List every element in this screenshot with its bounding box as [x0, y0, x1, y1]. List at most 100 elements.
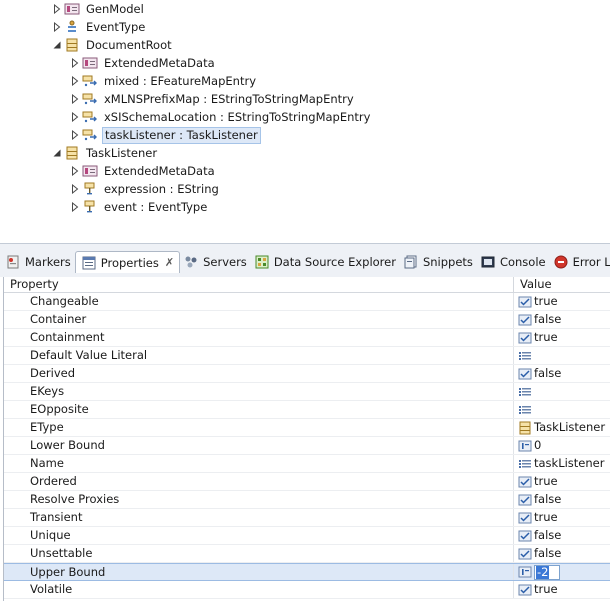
property-value-cell[interactable]: TaskListener	[514, 419, 610, 436]
view-tab-bar: Markers Properties ✗ Servers Data Source Exp…	[0, 243, 610, 277]
annotation-icon	[64, 1, 80, 17]
tree-node-expression[interactable]: expression : EString	[68, 180, 221, 198]
boolean-icon	[517, 295, 532, 309]
tree-node-label: GenModel	[86, 1, 144, 16]
error-log-icon	[553, 254, 569, 270]
property-row[interactable]: Unsettable false	[4, 545, 610, 563]
property-row[interactable]: EKeys	[4, 383, 610, 401]
collapse-arrow-icon[interactable]	[68, 164, 82, 178]
property-value-cell[interactable]: false	[514, 491, 610, 508]
property-name: EType	[4, 419, 514, 436]
tree-node-extendedmetadata[interactable]: ExtendedMetaData	[68, 54, 217, 72]
tree-node-label: expression : EString	[104, 181, 219, 196]
tab-label: Servers	[203, 255, 247, 269]
tree-node-extendedmetadata-2[interactable]: ExtendedMetaData	[68, 162, 217, 180]
collapse-arrow-icon[interactable]	[68, 74, 82, 88]
property-value-cell[interactable]: true	[514, 329, 610, 346]
property-value-cell[interactable]	[514, 347, 610, 364]
collapse-arrow-icon[interactable]	[68, 56, 82, 70]
property-row[interactable]: Ordered true	[4, 473, 610, 491]
property-value-cell[interactable]: false	[514, 527, 610, 544]
tree-node-xmlnsprefixmap[interactable]: xMLNSPrefixMap : EStringToStringMapEntry	[68, 90, 356, 108]
tree-node-xsischemalocation[interactable]: xSISchemaLocation : EStringToStringMapEn…	[68, 108, 372, 126]
property-value-cell[interactable]: false	[514, 311, 610, 328]
property-row[interactable]: Transient true	[4, 509, 610, 527]
property-value-cell[interactable]: false	[514, 545, 610, 562]
selected-value-text[interactable]: -2	[536, 565, 550, 579]
tree-node-label: event : EventType	[104, 199, 208, 214]
tree-node-tasklistener[interactable]: TaskListener	[50, 144, 159, 162]
property-value-cell[interactable]: true	[514, 293, 610, 310]
column-header-property[interactable]: Property	[4, 277, 514, 292]
expand-arrow-icon[interactable]	[50, 146, 64, 160]
property-row[interactable]: Volatile true	[4, 581, 610, 599]
tree-node-eventtype[interactable]: EventType	[50, 18, 147, 36]
tab-servers[interactable]: Servers	[180, 251, 251, 273]
tab-error-log[interactable]: Error Log	[550, 251, 610, 273]
tab-markers[interactable]: Markers	[2, 251, 75, 273]
tree-node-tasklistener-ref[interactable]: taskListener : TaskListener	[68, 126, 261, 144]
upper-bound-edit-field[interactable]: -2	[534, 564, 560, 580]
property-row[interactable]: Unique false	[4, 527, 610, 545]
collapse-arrow-icon[interactable]	[50, 20, 64, 34]
class-icon	[64, 145, 80, 161]
tree-node-event[interactable]: event : EventType	[68, 198, 209, 216]
close-tab-icon[interactable]: ✗	[165, 256, 174, 269]
property-row[interactable]: Container false	[4, 311, 610, 329]
properties-icon	[81, 255, 97, 271]
property-row[interactable]: Upper Bound -2	[4, 563, 610, 581]
boolean-icon	[517, 475, 532, 489]
tab-console[interactable]: Console	[477, 251, 550, 273]
collapse-arrow-icon[interactable]	[50, 2, 64, 16]
property-name: Containment	[4, 329, 514, 346]
property-row[interactable]: Default Value Literal	[4, 347, 610, 365]
property-value-cell[interactable]	[514, 383, 610, 400]
property-value-cell[interactable]: 0	[514, 437, 610, 454]
tab-strip: Markers Properties ✗ Servers Data Source Exp…	[2, 251, 610, 273]
property-row[interactable]: Name taskListener	[4, 455, 610, 473]
property-value-cell[interactable]: false	[514, 365, 610, 382]
property-row[interactable]: Derived false	[4, 365, 610, 383]
property-value-cell[interactable]: taskListener	[514, 455, 610, 472]
tab-snippets[interactable]: Snippets	[400, 251, 477, 273]
property-name: EOpposite	[4, 401, 514, 418]
boolean-icon	[517, 313, 532, 327]
number-icon	[517, 565, 532, 579]
property-row[interactable]: Changeable true	[4, 293, 610, 311]
collapse-arrow-icon[interactable]	[68, 200, 82, 214]
property-name: Changeable	[4, 293, 514, 310]
tree-node-documentroot[interactable]: DocumentRoot	[50, 36, 174, 54]
column-header-value[interactable]: Value	[514, 277, 610, 292]
expand-arrow-icon[interactable]	[50, 38, 64, 52]
property-name: Volatile	[4, 581, 514, 598]
servers-icon	[183, 254, 199, 270]
property-value: false	[534, 312, 562, 326]
property-row[interactable]: EType TaskListener	[4, 419, 610, 437]
property-row[interactable]: Resolve Proxies false	[4, 491, 610, 509]
reference-icon	[82, 91, 98, 107]
tree-node-mixed[interactable]: mixed : EFeatureMapEntry	[68, 72, 258, 90]
collapse-arrow-icon[interactable]	[68, 92, 82, 106]
boolean-icon	[517, 511, 532, 525]
property-row[interactable]: EOpposite	[4, 401, 610, 419]
property-name: Transient	[4, 509, 514, 526]
property-value-cell[interactable]	[514, 401, 610, 418]
property-name: Derived	[4, 365, 514, 382]
property-value-cell[interactable]: true	[514, 473, 610, 490]
boolean-icon	[517, 529, 532, 543]
property-row[interactable]: Containment true	[4, 329, 610, 347]
property-value-cell[interactable]: true	[514, 581, 610, 598]
tab-properties[interactable]: Properties ✗	[74, 251, 181, 273]
class-icon	[517, 421, 532, 435]
property-value: true	[534, 582, 558, 596]
collapse-arrow-icon[interactable]	[68, 182, 82, 196]
tab-label: Error Log	[572, 255, 610, 269]
property-value-cell[interactable]: -2	[514, 564, 610, 580]
collapse-arrow-icon[interactable]	[68, 128, 82, 142]
collapse-arrow-icon[interactable]	[68, 110, 82, 124]
tree-node-genmodel[interactable]: GenModel	[50, 0, 146, 18]
property-row[interactable]: Lower Bound 0	[4, 437, 610, 455]
property-value-cell[interactable]: true	[514, 509, 610, 526]
tab-data-source-explorer[interactable]: Data Source Explorer	[251, 251, 400, 273]
tree-node-label: EventType	[86, 19, 146, 34]
